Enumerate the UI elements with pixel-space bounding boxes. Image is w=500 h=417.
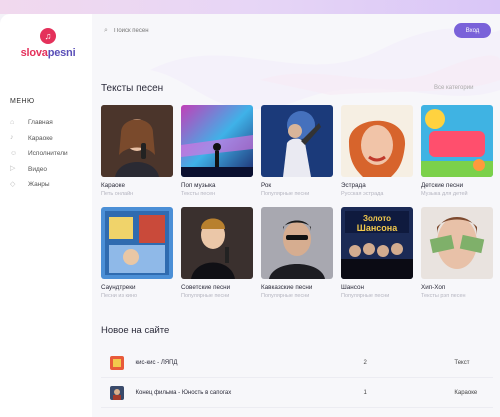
category-card-soviet[interactable]: Советские песни Популярные песни (181, 207, 253, 299)
sidebar-item-genres[interactable]: ◇ Жанры (10, 177, 90, 193)
category-subtitle: Популярные песни (181, 293, 230, 299)
sidebar-item-label: Исполнители (28, 150, 68, 158)
search-input[interactable] (114, 28, 314, 34)
sidebar-item-artists[interactable]: ☺ Исполнители (10, 146, 90, 162)
song-title: Конец фильма - Юность в сапогах (135, 390, 232, 396)
search-bar[interactable]: ⌕ (104, 24, 340, 38)
category-subtitle: Популярные песни (261, 293, 310, 299)
category-name: Поп музыка (181, 182, 216, 189)
list-item[interactable]: кис-кис - ЛЯПД 2 Текст (101, 350, 493, 376)
category-subtitle: Популярные песни (261, 191, 310, 197)
category-subtitle: Песни из кино (101, 293, 138, 299)
list-item[interactable]: Конец фильма - Юность в сапогах 1 Караок… (101, 380, 493, 406)
category-image (181, 105, 253, 177)
svg-text:Золото: Золото (363, 214, 391, 223)
category-name: Детские песни (421, 182, 464, 189)
sidebar-item-home[interactable]: ⌂ Главная (10, 115, 90, 131)
category-name: Кавказские песни (261, 284, 313, 291)
song-title: кис-кис - ЛЯПД (135, 360, 178, 366)
sidebar-item-label: Главная (28, 119, 53, 127)
category-subtitle: Русская эстрада (341, 191, 384, 197)
category-name: Караоке (101, 182, 126, 189)
login-button[interactable]: Вход (454, 23, 491, 38)
category-subtitle: Популярные песни (341, 293, 390, 299)
song-thumbnail (110, 356, 124, 370)
category-subtitle: Музыка для детей (421, 191, 468, 197)
category-subtitle: Тексты песен (181, 191, 216, 197)
sidebar-item-karaoke[interactable]: ♪ Караоке (10, 131, 90, 147)
sidebar-item-label: Видео (28, 165, 47, 173)
sidebar-menu: ⌂ Главная ♪ Караоке ☺ Исполнители ▷ Видео ◇ Ж… (10, 115, 90, 193)
category-card-caucasian[interactable]: Кавказские песни Популярные песни (261, 207, 333, 299)
sidebar-item-video[interactable]: ▷ Видео (10, 162, 90, 178)
song-type: Караоке (454, 390, 478, 396)
category-name: Рок (261, 182, 272, 189)
new-section-title: Новое на сайте (101, 325, 170, 336)
category-card-rock[interactable]: Рок Популярные песни (261, 105, 333, 197)
category-subtitle: Петь онлайн (101, 191, 134, 197)
headphones-icon: ♫ (40, 28, 56, 44)
category-name: Эстрада (341, 182, 366, 189)
category-card-estrada[interactable]: Эстрада Русская эстрада (341, 105, 413, 197)
category-image (421, 207, 493, 279)
song-count: 2 (363, 360, 367, 366)
category-subtitle: Тексты рэп песен (421, 293, 466, 299)
genre-icon: ◇ (10, 180, 16, 188)
menu-title: МЕНЮ (10, 98, 35, 105)
category-image (261, 105, 333, 177)
category-image (101, 207, 173, 279)
songs-section-title: Тексты песен (101, 83, 164, 94)
category-name: Хип-Хоп (421, 284, 446, 291)
category-card-hiphop[interactable]: Хип-Хоп Тексты рэп песен (421, 207, 493, 299)
category-image (341, 105, 413, 177)
song-thumbnail (110, 386, 124, 400)
category-image (261, 207, 333, 279)
category-image: Золото Шансона (341, 207, 413, 279)
category-card-pop[interactable]: Поп музыка Тексты песен (181, 105, 253, 197)
user-icon: ☺ (10, 149, 18, 157)
song-count: 1 (363, 390, 367, 396)
song-type: Текст (454, 360, 470, 366)
category-name: Шансон (341, 284, 364, 291)
logo[interactable]: ♫ slovapesni (18, 28, 78, 59)
divider (101, 377, 493, 378)
category-image (101, 105, 173, 177)
category-card-soundtracks[interactable]: Саундтреки Песни из кино (101, 207, 173, 299)
home-icon: ⌂ (10, 118, 15, 126)
microphone-icon: ♪ (10, 134, 14, 142)
logo-text: slovapesni (20, 47, 76, 59)
category-card-kids[interactable]: Детские песни Музыка для детей (421, 105, 493, 197)
category-image (421, 105, 493, 177)
category-name: Советские песни (181, 284, 231, 291)
sidebar-item-label: Караоке (28, 134, 53, 142)
video-icon: ▷ (10, 165, 16, 173)
search-icon: ⌕ (104, 27, 108, 34)
category-name: Саундтреки (101, 284, 136, 291)
category-card-shanson[interactable]: Золото Шансона Шансон Популярные песни (341, 207, 413, 299)
sidebar: ♫ slovapesni МЕНЮ ⌂ Главная ♪ Караоке ☺ Исп… (0, 14, 92, 417)
category-image (181, 207, 253, 279)
sidebar-item-label: Жанры (28, 181, 50, 189)
category-card-karaoke[interactable]: Караоке Петь онлайн (101, 105, 173, 197)
view-all-link[interactable]: Все категории (434, 85, 473, 91)
svg-text:Шансона: Шансона (357, 223, 398, 233)
divider (101, 407, 493, 408)
